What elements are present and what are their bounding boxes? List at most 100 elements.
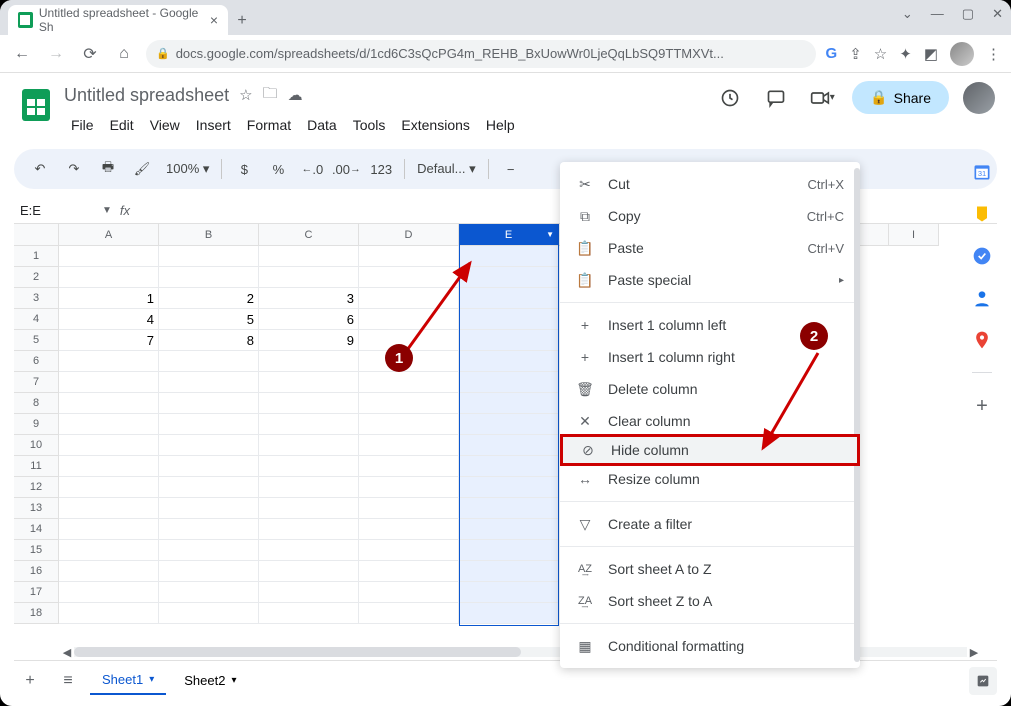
ctx-clear-column[interactable]: ✕Clear column [560, 405, 860, 437]
cell[interactable] [459, 540, 559, 561]
extensions-icon[interactable]: ✦ [899, 45, 912, 63]
row-header[interactable]: 9 [14, 414, 59, 435]
ctx-create-filter[interactable]: ▽Create a filter [560, 508, 860, 540]
new-tab-button[interactable]: + [228, 7, 256, 35]
row-header[interactable]: 16 [14, 561, 59, 582]
menu-edit[interactable]: Edit [103, 113, 141, 137]
contacts-icon[interactable] [972, 288, 992, 308]
redo-button[interactable]: ↷ [60, 155, 88, 183]
cell[interactable] [159, 393, 259, 414]
percent-button[interactable]: % [264, 155, 292, 183]
cell[interactable] [259, 414, 359, 435]
cell[interactable] [59, 540, 159, 561]
row-header[interactable]: 15 [14, 540, 59, 561]
ctx-conditional-formatting[interactable]: ▦Conditional formatting [560, 630, 860, 662]
cell[interactable] [159, 561, 259, 582]
row-header[interactable]: 10 [14, 435, 59, 456]
cell[interactable] [59, 582, 159, 603]
cell[interactable] [59, 246, 159, 267]
row-header[interactable]: 14 [14, 519, 59, 540]
ctx-cut[interactable]: ✂CutCtrl+X [560, 168, 860, 200]
side-panel-icon[interactable]: ◩ [924, 45, 938, 63]
cell[interactable] [259, 561, 359, 582]
cell[interactable] [359, 309, 459, 330]
row-header[interactable]: 13 [14, 498, 59, 519]
increase-decimal-button[interactable]: .00→ [332, 155, 360, 183]
google-icon[interactable]: G [826, 45, 838, 62]
ctx-sort-za[interactable]: Z͢ASort sheet Z to A [560, 585, 860, 617]
share-button[interactable]: 🔒 Share [852, 81, 949, 114]
explore-button[interactable] [969, 667, 997, 695]
history-icon[interactable] [714, 82, 746, 114]
cell[interactable] [259, 582, 359, 603]
col-header-b[interactable]: B [159, 224, 259, 246]
add-sheet-button[interactable]: + [14, 665, 46, 697]
comments-icon[interactable] [760, 82, 792, 114]
paint-format-button[interactable]: 🖌 [128, 155, 156, 183]
cell[interactable] [459, 309, 559, 330]
meet-icon[interactable]: ▾ [806, 82, 838, 114]
cell[interactable] [459, 372, 559, 393]
menu-file[interactable]: File [64, 113, 101, 137]
menu-view[interactable]: View [143, 113, 187, 137]
cell[interactable] [259, 372, 359, 393]
cell[interactable] [359, 477, 459, 498]
cell[interactable] [359, 288, 459, 309]
cell[interactable] [259, 519, 359, 540]
cell[interactable] [359, 414, 459, 435]
back-button[interactable]: ← [10, 42, 34, 66]
row-header[interactable]: 7 [14, 372, 59, 393]
cell[interactable] [259, 393, 359, 414]
bookmark-icon[interactable]: ☆ [874, 45, 887, 63]
ctx-paste[interactable]: 📋PasteCtrl+V [560, 232, 860, 264]
cell[interactable] [459, 603, 559, 624]
cell[interactable] [459, 393, 559, 414]
calendar-icon[interactable]: 31 [972, 162, 992, 182]
cell[interactable] [359, 498, 459, 519]
move-icon[interactable]: 🗀 [263, 83, 278, 108]
star-icon[interactable]: ☆ [239, 86, 252, 104]
ctx-delete-column[interactable]: 🗑Delete column [560, 373, 860, 405]
cell[interactable] [259, 456, 359, 477]
cell[interactable] [459, 582, 559, 603]
col-header-a[interactable]: A [59, 224, 159, 246]
font-dropdown[interactable]: Defaul... ▾ [413, 161, 480, 177]
row-header[interactable]: 3 [14, 288, 59, 309]
cell[interactable] [359, 519, 459, 540]
cell[interactable] [59, 393, 159, 414]
menu-format[interactable]: Format [240, 113, 298, 137]
cell[interactable] [159, 351, 259, 372]
font-size-decrease[interactable]: − [497, 155, 525, 183]
cell[interactable] [259, 498, 359, 519]
cell[interactable] [459, 435, 559, 456]
menu-insert[interactable]: Insert [189, 113, 238, 137]
all-sheets-button[interactable]: ≡ [52, 665, 84, 697]
cell[interactable] [59, 498, 159, 519]
cell[interactable] [159, 246, 259, 267]
row-header[interactable]: 11 [14, 456, 59, 477]
cell[interactable] [259, 435, 359, 456]
cell[interactable] [359, 603, 459, 624]
tasks-icon[interactable] [972, 246, 992, 266]
reload-button[interactable]: ⟳ [78, 42, 102, 66]
cell[interactable] [59, 435, 159, 456]
cell[interactable] [59, 603, 159, 624]
scroll-left-icon[interactable]: ◀ [60, 646, 74, 659]
profile-avatar[interactable] [950, 42, 974, 66]
cell[interactable] [359, 561, 459, 582]
close-window-icon[interactable]: ✕ [992, 6, 1003, 22]
cell[interactable] [59, 519, 159, 540]
row-header[interactable]: 5 [14, 330, 59, 351]
cell[interactable] [459, 351, 559, 372]
cell[interactable]: 5 [159, 309, 259, 330]
col-header-i[interactable]: I [889, 224, 939, 246]
cell[interactable]: 4 [59, 309, 159, 330]
col-header-d[interactable]: D [359, 224, 459, 246]
cell[interactable] [459, 288, 559, 309]
cell[interactable] [59, 267, 159, 288]
cell[interactable] [459, 330, 559, 351]
ctx-sort-az[interactable]: A͢ZSort sheet A to Z [560, 553, 860, 585]
context-menu-scrollbar[interactable] [854, 168, 860, 662]
row-header[interactable]: 12 [14, 477, 59, 498]
cell[interactable] [259, 267, 359, 288]
